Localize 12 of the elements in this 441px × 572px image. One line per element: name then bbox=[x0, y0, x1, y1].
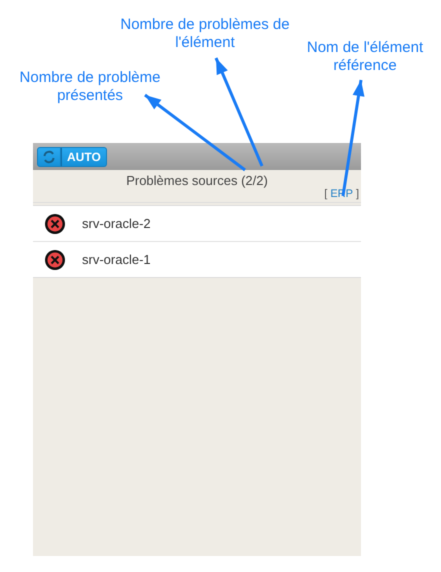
annotation-text: Nombre de problème présentés bbox=[18, 69, 162, 105]
bracket-text: [ bbox=[324, 188, 328, 200]
panel-title: Problèmes sources (2/2) bbox=[125, 172, 269, 188]
item-name: srv-oracle-1 bbox=[82, 252, 151, 267]
item-name: srv-oracle-2 bbox=[82, 216, 151, 231]
refresh-button[interactable] bbox=[37, 146, 61, 166]
bracket-text: ] bbox=[356, 188, 359, 200]
annotation-text: Nom de l'élément référence bbox=[306, 39, 424, 75]
problem-row[interactable]: srv-oracle-2 bbox=[33, 206, 361, 242]
problem-row[interactable]: srv-oracle-1 bbox=[33, 242, 361, 277]
annotation-text: Nombre de problèmes de l'élément bbox=[119, 16, 291, 52]
refresh-icon bbox=[42, 150, 56, 164]
